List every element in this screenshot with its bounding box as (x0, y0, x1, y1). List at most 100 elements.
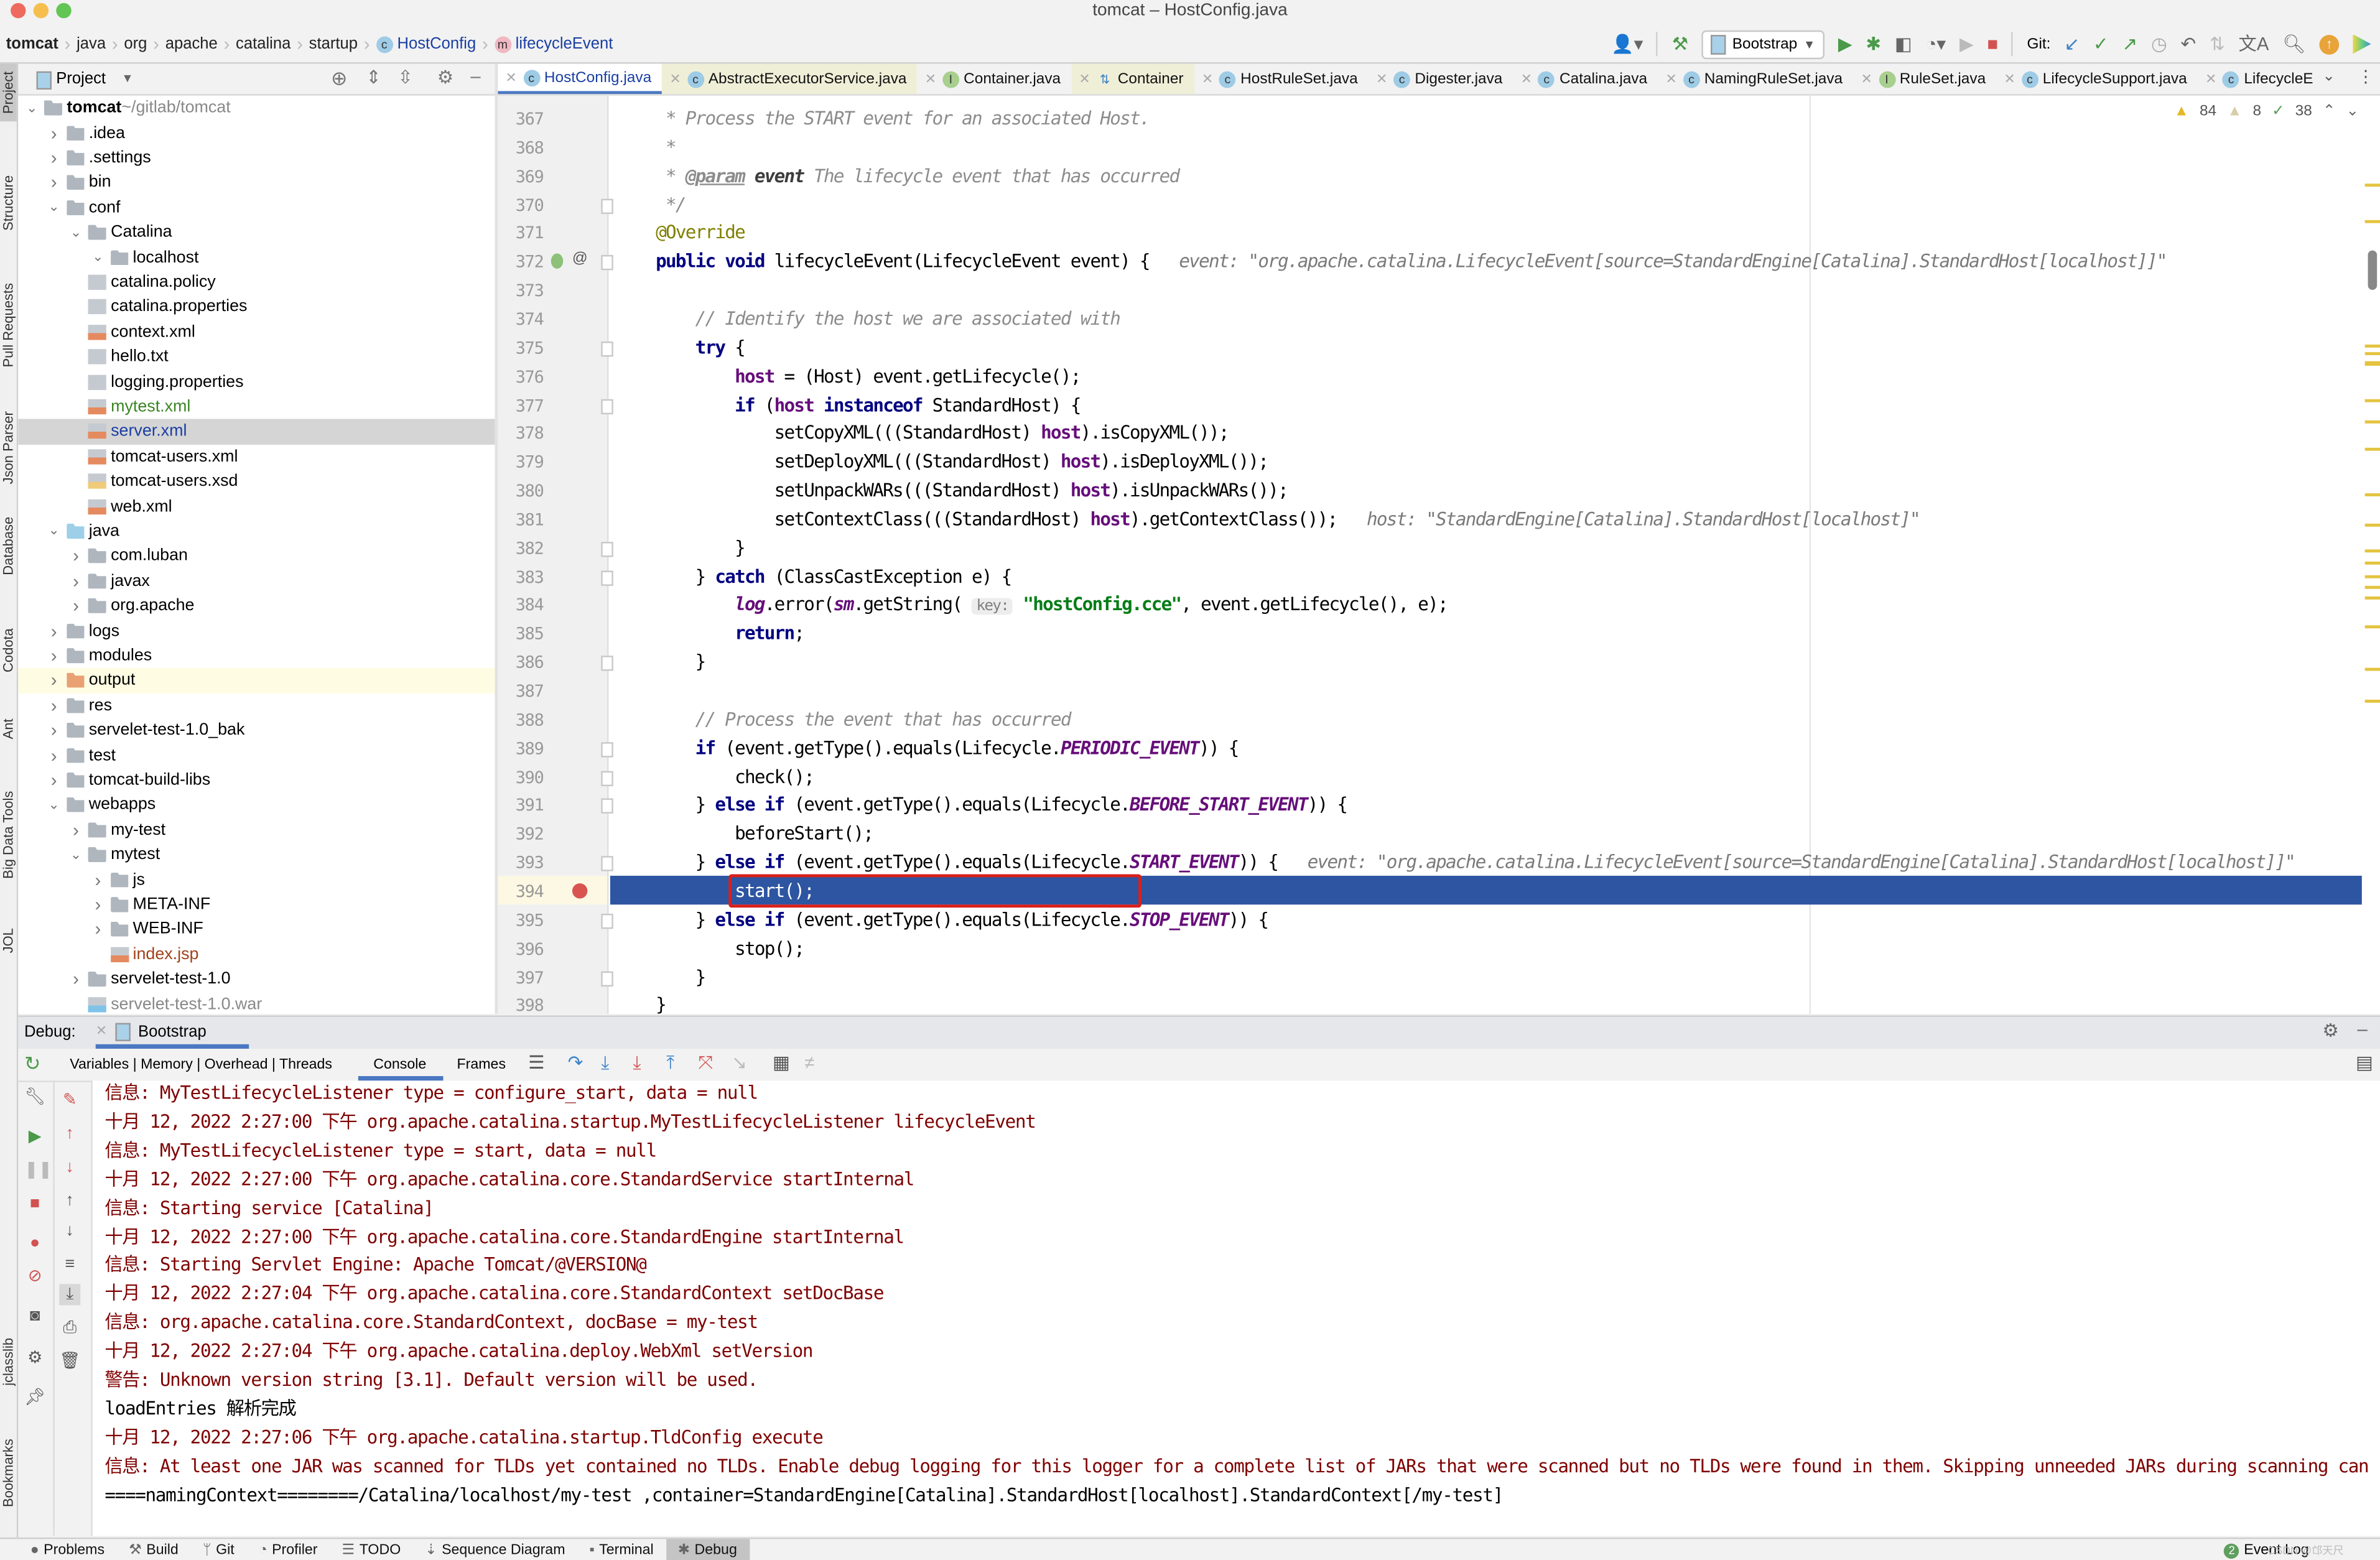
tree-item[interactable]: › output (18, 668, 495, 694)
search-icon[interactable]: 🔍︎ (2282, 30, 2305, 58)
down-arrow-icon[interactable]: ↓ (59, 1220, 80, 1242)
tree-item[interactable]: ⌄ localhost (18, 245, 495, 270)
error-stripe-mark[interactable] (2364, 523, 2380, 527)
tool-window-big-data-tools[interactable]: Big Data Tools (0, 771, 17, 899)
fold-marker-icon[interactable] (601, 255, 613, 271)
gear-icon[interactable]: ⚙ (24, 1348, 45, 1369)
trash-icon[interactable]: 🗑︎ (59, 1351, 80, 1372)
error-stripe-mark[interactable] (2364, 549, 2380, 553)
close-tab-icon[interactable]: ✕ (506, 69, 517, 86)
error-stripe-mark[interactable] (2364, 561, 2380, 565)
inspection-widget[interactable]: ▲ 84 ▲ 8 ✓ 38 ⌃ ⌄ (2174, 103, 2359, 120)
print-icon[interactable]: ⎙ (59, 1317, 80, 1339)
close-tab-icon[interactable]: ✕ (2004, 70, 2015, 87)
chevron-right-icon[interactable]: › (45, 745, 63, 766)
close-tab-icon[interactable]: ✕ (669, 70, 681, 87)
git-push-icon[interactable]: ↗ (2122, 30, 2137, 58)
error-stripe-mark[interactable] (2364, 667, 2380, 671)
tree-item[interactable]: ⌄ conf (18, 195, 495, 220)
fold-marker-icon[interactable] (601, 541, 613, 557)
tab-console[interactable]: Console (373, 1056, 426, 1073)
tree-item[interactable]: › .idea (18, 121, 495, 146)
error-stripe-mark[interactable] (2364, 352, 2380, 355)
camera-icon[interactable]: ◙ (24, 1305, 45, 1326)
fold-marker-icon[interactable] (601, 799, 613, 814)
fold-marker-icon[interactable] (601, 570, 613, 585)
tree-item[interactable]: › javax (18, 569, 495, 593)
stop-icon[interactable]: ■ (1987, 30, 1998, 58)
fold-marker-icon[interactable] (601, 970, 613, 986)
debug-session-tab[interactable]: Bootstrap (138, 1023, 207, 1041)
error-stripe-mark[interactable] (2364, 420, 2380, 424)
tree-item[interactable]: › WEB-INF (18, 917, 495, 942)
chevron-down-icon[interactable]: ⌄ (45, 797, 63, 814)
history-icon[interactable]: ◷ (2151, 30, 2167, 58)
tool-window-button-profiler[interactable]: ◔ Profiler (246, 1539, 330, 1560)
trace-icon[interactable]: ≠ (804, 1052, 814, 1073)
close-tab-icon[interactable]: ✕ (1665, 70, 1676, 87)
implements-method-icon[interactable] (551, 254, 564, 269)
tool-window-button-problems[interactable]: ● Problems (18, 1539, 116, 1560)
mute-breakpoints-icon[interactable]: ⊘ (24, 1266, 45, 1287)
tree-item[interactable]: ⌄ mytest (18, 842, 495, 867)
close-tab-icon[interactable]: ✕ (2205, 70, 2216, 87)
annotation-icon[interactable]: @ (572, 251, 588, 267)
tree-item[interactable]: logging.properties (18, 369, 495, 394)
fold-marker-icon[interactable] (601, 913, 613, 929)
tab-variables-group[interactable]: Variables | Memory | Overhead | Threads (70, 1056, 332, 1073)
expand-all-icon[interactable]: ⇕ (366, 67, 381, 88)
editor-tab[interactable]: ✕ c LifecycleE (2198, 63, 2324, 94)
editor-tab[interactable]: ✕ I RuleSet.java (1853, 63, 1996, 94)
edit-icon[interactable]: ✎ (59, 1090, 80, 1111)
chevron-down-icon[interactable]: ⌄ (67, 224, 85, 241)
close-tab-icon[interactable]: ✕ (1202, 70, 1213, 87)
error-stripe-mark[interactable] (2364, 493, 2380, 496)
error-stripe-mark[interactable] (2364, 625, 2380, 629)
error-stripe-mark[interactable] (2364, 183, 2380, 187)
tool-window-button-build[interactable]: ⚒ Build (117, 1539, 191, 1560)
pause-icon[interactable]: ❚❚ (24, 1159, 52, 1181)
tree-item[interactable]: tomcat-users.xml (18, 444, 495, 469)
collapse-all-icon[interactable]: ⇳ (397, 67, 413, 88)
error-stripe-mark[interactable] (2364, 699, 2380, 703)
breadcrumb-item[interactable]: catalina › (236, 34, 309, 55)
tool-window-jol[interactable]: JOL (0, 917, 17, 965)
show-execution-point-icon[interactable]: ↷ (568, 1052, 583, 1073)
chevron-right-icon[interactable]: › (45, 645, 63, 666)
fold-marker-icon[interactable] (601, 770, 613, 786)
tree-item[interactable]: catalina.properties (18, 295, 495, 320)
chevron-right-icon[interactable]: › (67, 546, 85, 567)
tree-item[interactable]: › tomcat-build-libs (18, 768, 495, 792)
pin-icon[interactable]: 📌︎ (24, 1387, 45, 1408)
locate-file-icon[interactable]: ⊕ (331, 67, 348, 91)
tree-item[interactable]: ⌄ java (18, 519, 495, 544)
restore-layout-icon[interactable]: ▤ (2356, 1052, 2373, 1073)
chevron-down-icon[interactable]: ▼ (121, 72, 133, 85)
debug-icon[interactable]: ✱ (1866, 30, 1881, 58)
tool-window-codota[interactable]: Codota (0, 613, 17, 686)
tree-item[interactable]: › servelet-test-1.0_bak (18, 718, 495, 743)
plugin-icon[interactable] (2353, 34, 2371, 54)
tool-window-button-git[interactable]: ᛘ Git (190, 1539, 246, 1560)
close-tab-icon[interactable]: ✕ (925, 70, 936, 87)
tool-window-project[interactable]: Project (0, 63, 17, 122)
tool-window-pull-requests[interactable]: Pull Requests (0, 276, 17, 373)
chevron-right-icon[interactable]: › (89, 869, 107, 890)
editor-scrollbar[interactable] (2362, 96, 2380, 1014)
tab-frames[interactable]: Frames (457, 1056, 506, 1073)
stop-icon[interactable]: ■ (24, 1193, 45, 1214)
chevron-right-icon[interactable]: › (67, 570, 85, 592)
resume-icon[interactable]: ▶ (1959, 30, 1974, 58)
rollback-icon[interactable]: ↶ (2181, 30, 2196, 58)
tree-item[interactable]: server.xml (18, 419, 495, 444)
step-over-icon[interactable]: ⤓ (601, 1052, 609, 1075)
close-tab-icon[interactable]: ✕ (1376, 70, 1387, 87)
chevron-right-icon[interactable]: › (67, 819, 85, 840)
scrollbar-thumb[interactable] (2368, 250, 2378, 290)
editor-gutter[interactable]: 367 368 369 370 371 372 373 374 375 376 377 378 379 3… (498, 95, 613, 1014)
next-occurrence-icon[interactable]: ↓ (59, 1156, 80, 1177)
event-log-button[interactable]: 2 Event Log CSDN @邙天尺 (2224, 1539, 2344, 1560)
run-icon[interactable]: ▶ (1838, 30, 1852, 58)
up-arrow-icon[interactable]: ↑ (59, 1190, 80, 1211)
soft-wrap-icon[interactable]: ≡ (59, 1254, 80, 1275)
